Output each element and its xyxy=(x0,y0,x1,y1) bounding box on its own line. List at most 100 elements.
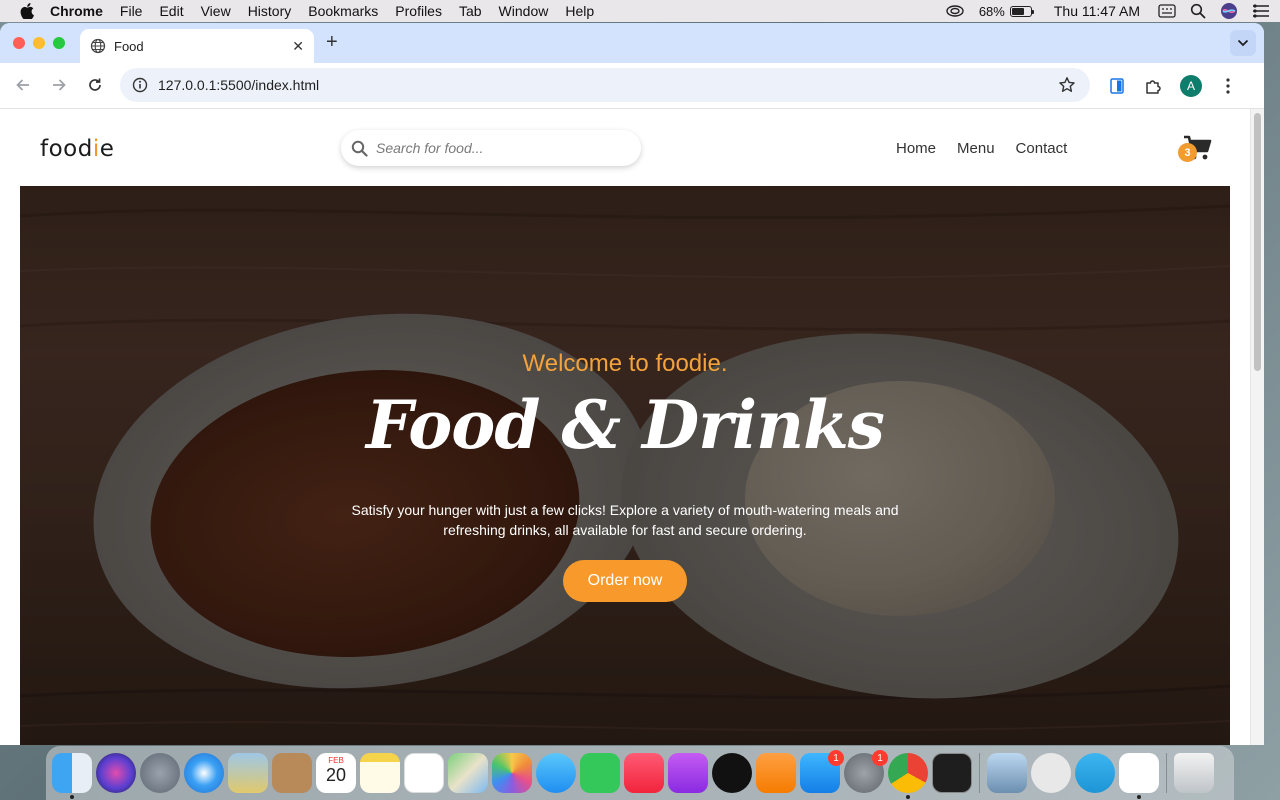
messages-icon[interactable] xyxy=(536,753,576,793)
screen-mirroring-icon[interactable] xyxy=(945,4,965,18)
site-logo[interactable]: foodie xyxy=(40,136,114,162)
app-store-badge: 1 xyxy=(828,750,844,766)
battery-percent: 68% xyxy=(978,3,1005,19)
battery-status[interactable]: 68% xyxy=(978,3,1034,19)
menu-profiles[interactable]: Profiles xyxy=(395,3,442,19)
menu-app-chrome[interactable]: Chrome xyxy=(50,3,103,19)
kebab-menu-icon[interactable] xyxy=(1226,78,1230,94)
site-nav: Home Menu Contact xyxy=(896,140,1067,157)
macos-dock: FEB 20 1 1 xyxy=(46,746,1234,800)
battery-icon xyxy=(1009,5,1034,17)
new-tab-icon[interactable]: + xyxy=(326,32,338,52)
siri-app-icon[interactable] xyxy=(96,753,136,793)
cart-button[interactable]: 3 xyxy=(1178,134,1212,164)
menu-window[interactable]: Window xyxy=(499,3,549,19)
calendar-month: FEB xyxy=(328,756,344,765)
hero-section: Welcome to foodie. Food & Drinks Satisfy… xyxy=(20,186,1230,745)
reminders-icon[interactable] xyxy=(404,753,444,793)
apple-logo-icon[interactable] xyxy=(20,3,34,19)
address-bar[interactable]: 127.0.0.1:5500/index.html xyxy=(120,68,1090,102)
calendar-day: 20 xyxy=(325,765,347,785)
safari-icon[interactable] xyxy=(184,753,224,793)
menu-edit[interactable]: Edit xyxy=(159,3,183,19)
launchpad-icon[interactable] xyxy=(140,753,180,793)
books-icon[interactable] xyxy=(756,753,796,793)
globe-icon xyxy=(90,38,106,54)
menu-history[interactable]: History xyxy=(248,3,292,19)
control-center-icon[interactable] xyxy=(1252,4,1270,18)
extensions-puzzle-icon[interactable] xyxy=(1144,77,1162,95)
forward-arrow-icon[interactable] xyxy=(50,76,68,94)
reading-mode-icon[interactable] xyxy=(1108,77,1126,95)
page-viewport: foodie Home Menu Contact 3 xyxy=(0,109,1250,745)
bookmark-star-icon[interactable] xyxy=(1058,76,1076,94)
spotlight-search-icon[interactable] xyxy=(1190,3,1206,19)
site-info-icon[interactable] xyxy=(132,77,148,93)
nav-link-home[interactable]: Home xyxy=(896,140,936,157)
order-now-button[interactable]: Order now xyxy=(563,560,687,602)
food-search-box xyxy=(341,130,641,166)
menu-tab[interactable]: Tab xyxy=(459,3,482,19)
preview-icon[interactable] xyxy=(987,753,1027,793)
calendar-icon[interactable]: FEB 20 xyxy=(316,753,356,793)
close-window-button[interactable] xyxy=(13,37,25,49)
food-search-input[interactable] xyxy=(376,140,616,156)
menu-file[interactable]: File xyxy=(120,3,143,19)
whatsapp-icon[interactable] xyxy=(1031,753,1071,793)
battery-level xyxy=(1011,7,1025,15)
reload-icon[interactable] xyxy=(86,76,104,94)
tab-search-button[interactable] xyxy=(1230,30,1256,56)
nav-link-menu[interactable]: Menu xyxy=(957,140,995,157)
contacts-icon[interactable] xyxy=(272,753,312,793)
profile-avatar[interactable]: A xyxy=(1180,75,1202,97)
music-icon[interactable] xyxy=(624,753,664,793)
dock-separator xyxy=(979,753,980,793)
podcasts-icon[interactable] xyxy=(668,753,708,793)
terminal-icon[interactable] xyxy=(932,753,972,793)
telegram-icon[interactable] xyxy=(1075,753,1115,793)
trash-icon[interactable] xyxy=(1174,753,1214,793)
tab-food[interactable]: Food ✕ xyxy=(80,29,314,63)
logo-text-end: e xyxy=(99,136,115,162)
menubar-clock[interactable]: Thu 11:47 AM xyxy=(1054,3,1140,19)
minimize-window-button[interactable] xyxy=(33,37,45,49)
maps-icon[interactable] xyxy=(448,753,488,793)
settings-badge: 1 xyxy=(872,750,888,766)
close-tab-icon[interactable]: ✕ xyxy=(292,38,304,55)
menu-view[interactable]: View xyxy=(201,3,231,19)
logo-text-accent: i xyxy=(92,136,100,162)
search-icon xyxy=(351,140,368,157)
running-indicator xyxy=(906,795,910,799)
menubar-status-area: 68% Thu 11:47 AM xyxy=(945,0,1270,22)
macos-menubar: Chrome File Edit View History Bookmarks … xyxy=(0,0,1280,22)
nav-link-contact[interactable]: Contact xyxy=(1016,140,1068,157)
back-arrow-icon[interactable] xyxy=(14,76,32,94)
window-controls xyxy=(13,37,65,49)
url-text: 127.0.0.1:5500/index.html xyxy=(158,77,320,93)
zoom-window-button[interactable] xyxy=(53,37,65,49)
photos-icon[interactable] xyxy=(492,753,532,793)
finder-icon[interactable] xyxy=(52,753,92,799)
running-indicator xyxy=(70,795,74,799)
chrome-icon[interactable] xyxy=(888,753,928,799)
hero-content: Welcome to foodie. Food & Drinks Satisfy… xyxy=(20,350,1230,602)
cart-count-badge: 3 xyxy=(1178,143,1197,162)
chrome-window: Food ✕ + 127.0.0.1:5500/index.html A foo… xyxy=(0,23,1264,745)
notes-icon[interactable] xyxy=(360,753,400,793)
scrollbar-thumb[interactable] xyxy=(1254,113,1261,371)
keyboard-input-icon[interactable] xyxy=(1158,4,1176,18)
system-settings-icon[interactable]: 1 xyxy=(844,750,888,793)
menu-bookmarks[interactable]: Bookmarks xyxy=(308,3,378,19)
page-scrollbar[interactable] xyxy=(1250,109,1264,745)
mail-icon[interactable] xyxy=(228,753,268,793)
logo-text-start: food xyxy=(40,136,93,162)
menu-help[interactable]: Help xyxy=(565,3,594,19)
hero-title: Food & Drinks xyxy=(366,386,885,464)
siri-icon[interactable] xyxy=(1220,2,1238,20)
tab-title: Food xyxy=(114,38,144,54)
facetime-icon[interactable] xyxy=(580,753,620,793)
apple-tv-icon[interactable] xyxy=(712,753,752,793)
vscode-icon[interactable] xyxy=(1119,753,1159,799)
app-store-icon[interactable]: 1 xyxy=(800,750,844,793)
browser-toolbar: 127.0.0.1:5500/index.html A xyxy=(0,63,1264,109)
